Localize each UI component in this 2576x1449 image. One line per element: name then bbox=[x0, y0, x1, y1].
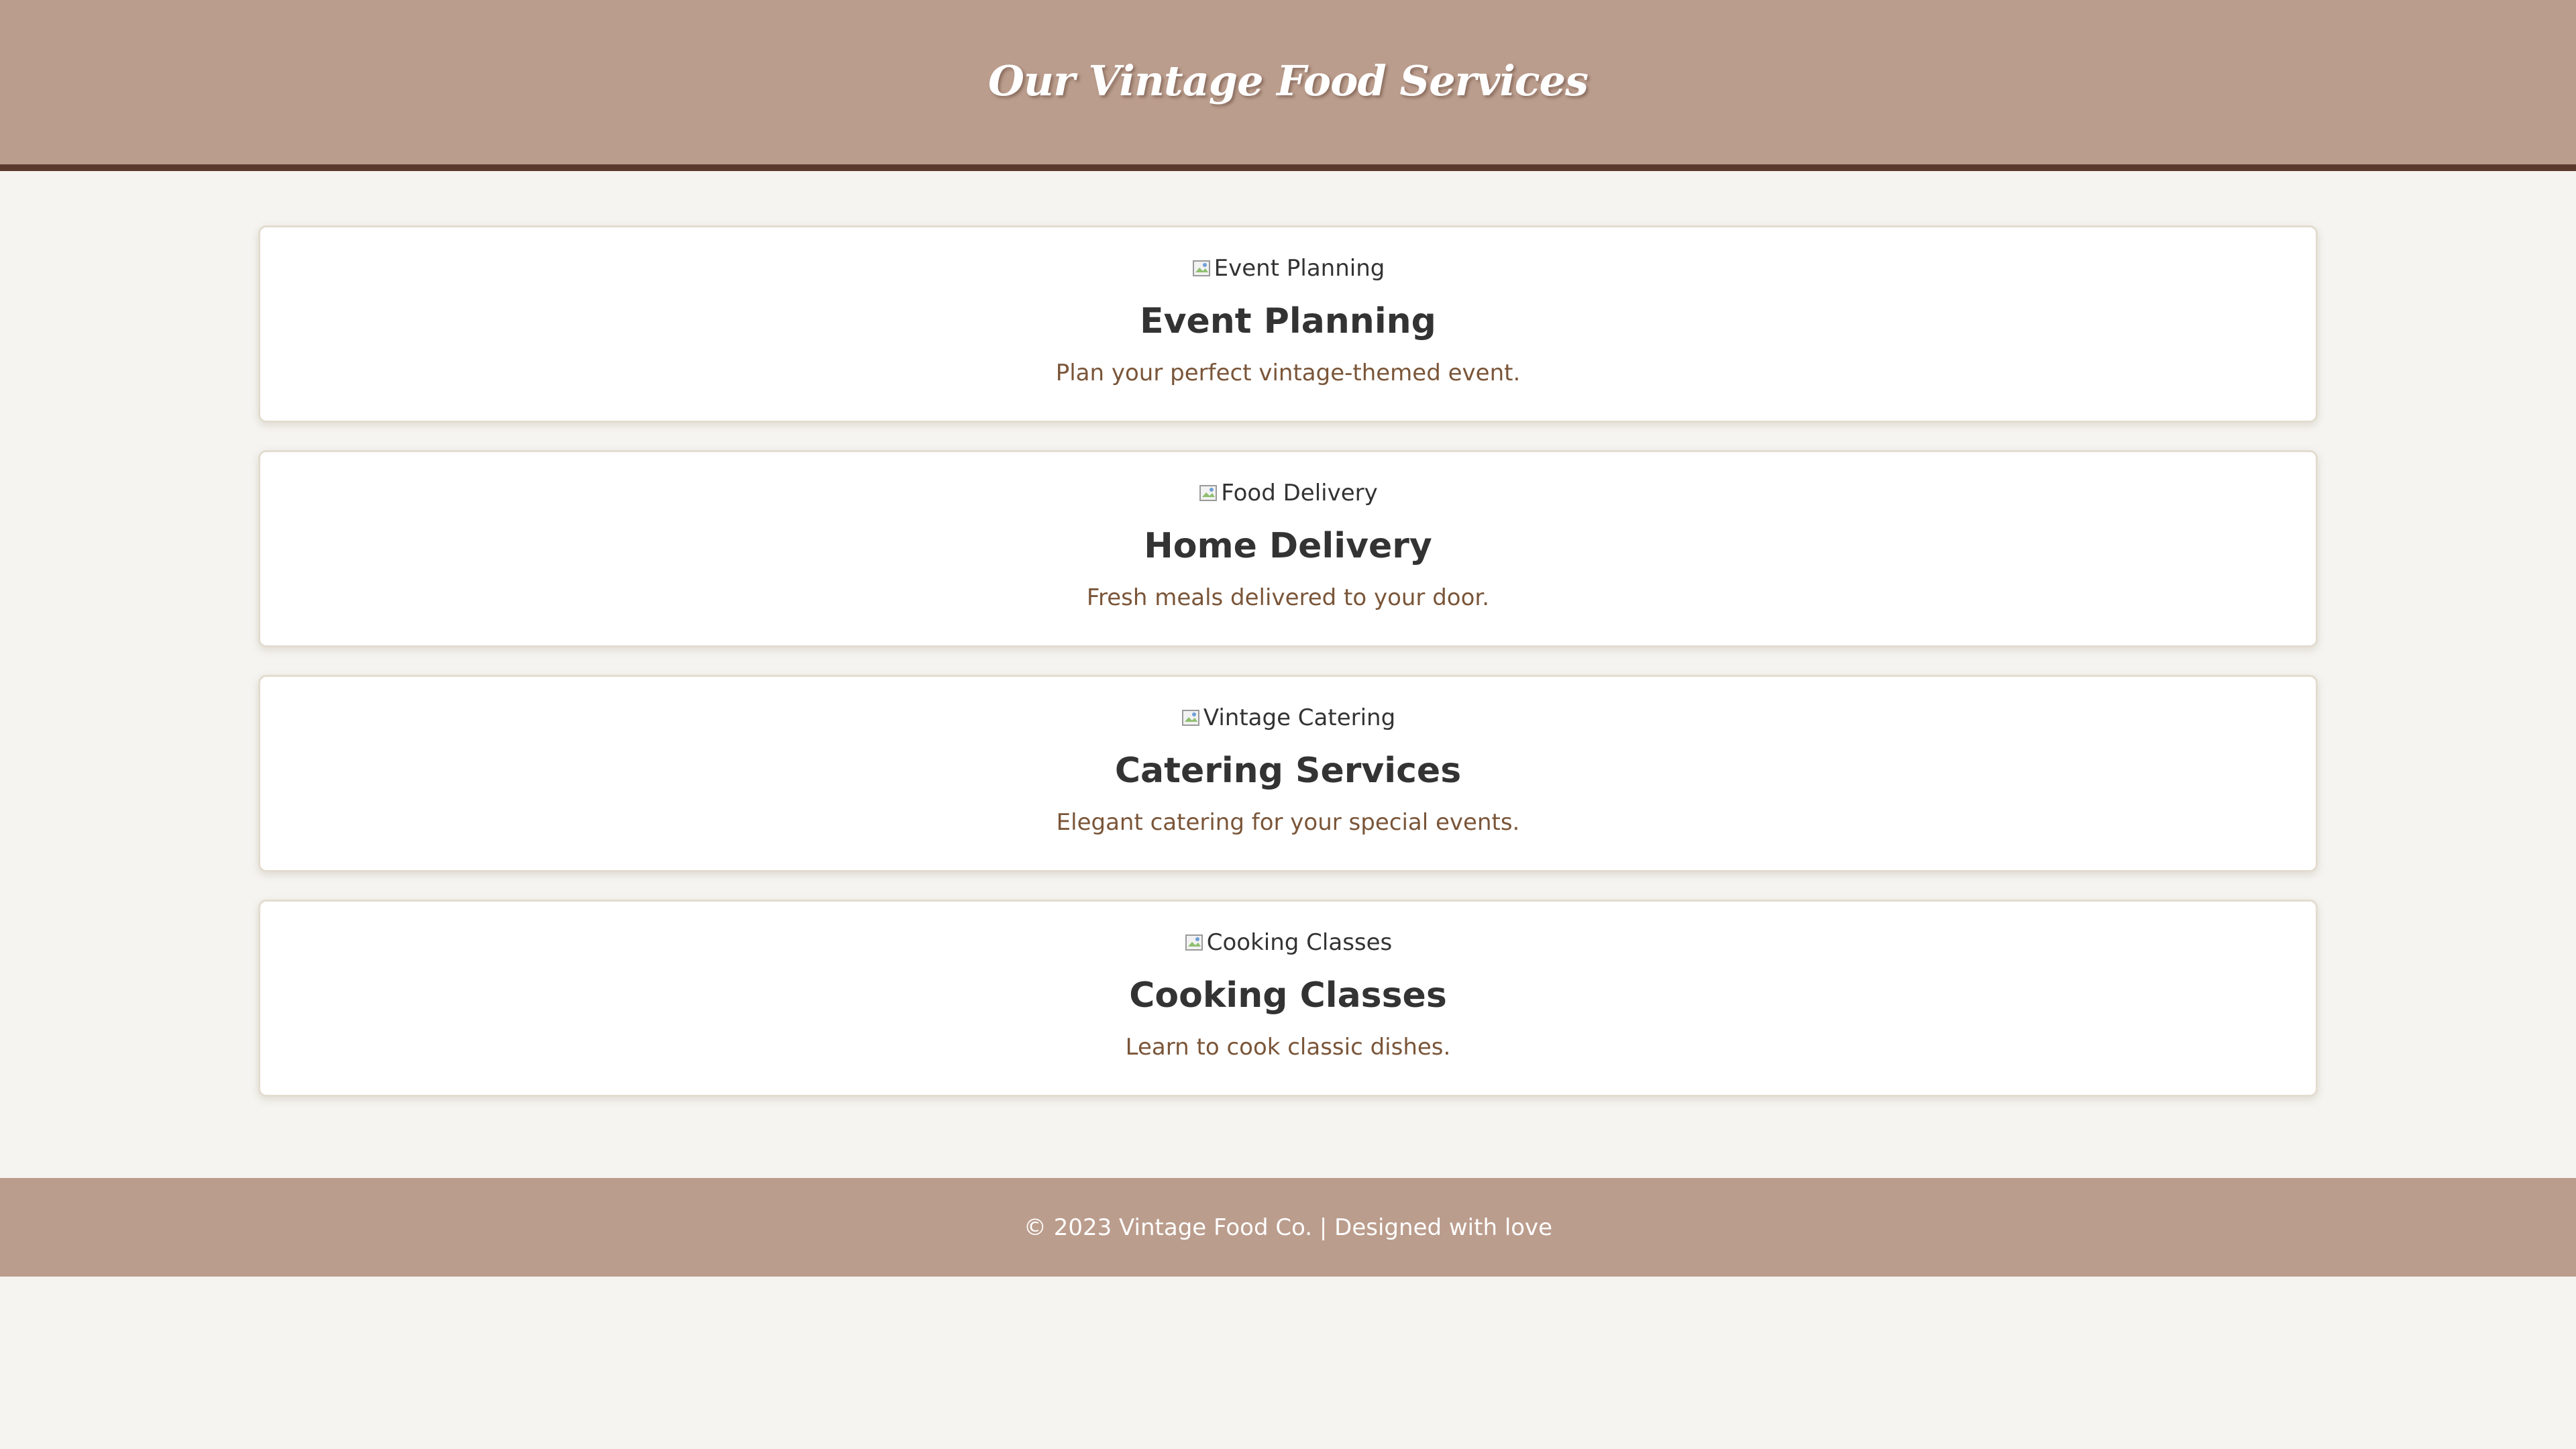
service-image-alt: Food Delivery bbox=[1221, 480, 1378, 506]
service-card-home-delivery: Food Delivery Home Delivery Fresh meals … bbox=[258, 450, 2318, 647]
footer-text: © 2023 Vintage Food Co. | Designed with … bbox=[1023, 1214, 1553, 1241]
site-footer: © 2023 Vintage Food Co. | Designed with … bbox=[0, 1178, 2576, 1277]
service-image: Event Planning bbox=[1191, 252, 1385, 285]
service-image-alt: Event Planning bbox=[1214, 255, 1385, 282]
service-card-event-planning: Event Planning Event Planning Plan your … bbox=[258, 225, 2318, 423]
service-image: Cooking Classes bbox=[1184, 926, 1393, 959]
service-description: Plan your perfect vintage-themed event. bbox=[1055, 360, 1521, 386]
service-image-alt: Cooking Classes bbox=[1206, 929, 1393, 956]
service-image: Food Delivery bbox=[1198, 476, 1378, 510]
service-description: Elegant catering for your special events… bbox=[1056, 809, 1520, 836]
site-header: Our Vintage Food Services bbox=[0, 0, 2576, 171]
service-title: Catering Services bbox=[1114, 751, 1462, 791]
service-image: Vintage Catering bbox=[1181, 701, 1395, 735]
service-card-catering: Vintage Catering Catering Services Elega… bbox=[258, 675, 2318, 872]
broken-image-icon bbox=[1198, 482, 1220, 504]
service-title: Event Planning bbox=[1140, 301, 1436, 341]
service-card-cooking-classes: Cooking Classes Cooking Classes Learn to… bbox=[258, 900, 2318, 1097]
broken-image-icon bbox=[1181, 707, 1202, 729]
service-description: Fresh meals delivered to your door. bbox=[1086, 584, 1490, 611]
page-title: Our Vintage Food Services bbox=[987, 56, 1589, 105]
service-title: Cooking Classes bbox=[1129, 975, 1447, 1016]
broken-image-icon bbox=[1184, 932, 1205, 953]
services-list: Event Planning Event Planning Plan your … bbox=[258, 225, 2318, 1124]
service-title: Home Delivery bbox=[1144, 526, 1432, 566]
broken-image-icon bbox=[1191, 258, 1213, 279]
service-description: Learn to cook classic dishes. bbox=[1125, 1034, 1451, 1061]
service-image-alt: Vintage Catering bbox=[1203, 704, 1396, 731]
